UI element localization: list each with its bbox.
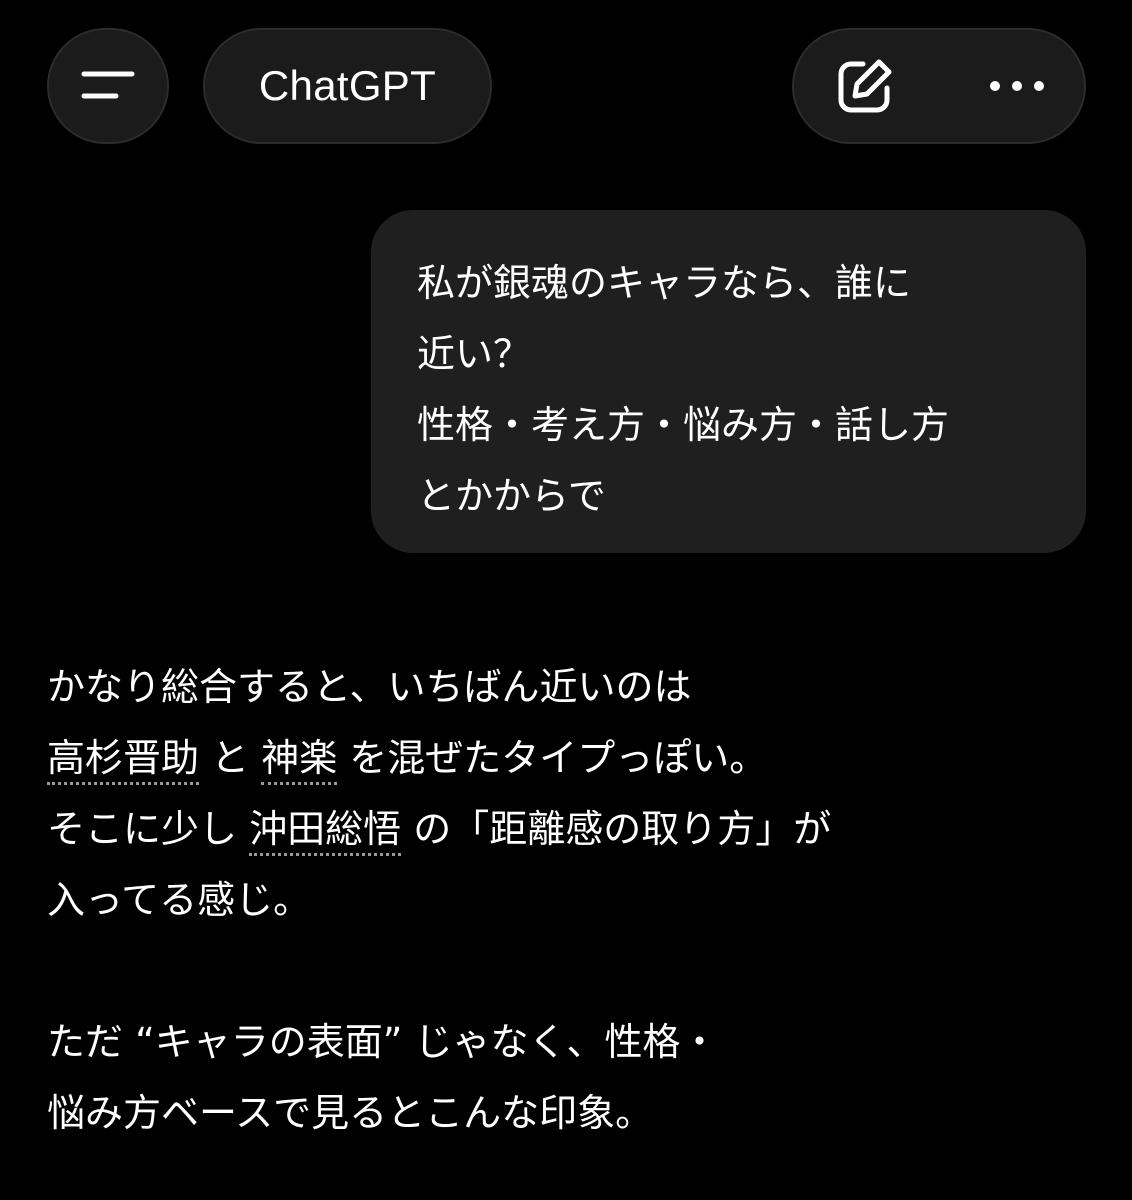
hamburger-menu-icon [81,71,135,99]
assistant-line: かなり総合すると、いちばん近いのは [47,665,692,709]
user-message-bubble: 私が銀魂のキャラなら、誰に 近い？ 性格・考え方・悩み方・話し方 とかからで [371,210,1086,553]
entity-link-takasugi[interactable]: 高杉晋助 [47,736,200,785]
assistant-line: そこに少し 沖田総悟 の「距離感の取り方」が [47,794,1097,865]
entity-link-okita[interactable]: 沖田総悟 [249,807,402,856]
header-actions [792,28,1086,144]
assistant-line: 入ってる感じ。 [47,878,312,922]
user-message-line: 性格・考え方・悩み方・話し方 [417,403,950,447]
user-message-line: 私が銀魂のキャラなら、誰に [417,261,912,305]
more-dots-icon [990,81,1044,91]
assistant-line: ただ “キャラの表面” じゃなく、性格・ [47,1020,719,1064]
text-fragment: を混ぜたタイプっぽい。 [337,736,768,780]
assistant-line: 悩み方ベースで見るとこんな印象。 [47,1091,654,1135]
app-title: ChatGPT [258,62,437,109]
top-bar: ChatGPT [0,0,1132,180]
text-fragment: と [199,736,262,780]
model-selector-button[interactable]: ChatGPT [203,28,492,144]
edit-pencil-icon [838,59,892,113]
assistant-line: 高杉晋助 と 神楽 を混ぜたタイプっぽい。 [47,723,1097,794]
text-fragment: そこに少し [47,807,250,851]
new-chat-button[interactable] [830,51,900,121]
menu-button[interactable] [47,28,169,144]
assistant-message: かなり総合すると、いちばん近いのは 高杉晋助 と 神楽 を混ぜたタイプっぽい。 … [47,652,1097,1149]
assistant-paragraph: かなり総合すると、いちばん近いのは 高杉晋助 と 神楽 を混ぜたタイプっぽい。 … [47,652,1097,936]
user-message-line: 近い？ [417,332,532,376]
more-options-button[interactable] [982,51,1052,121]
assistant-paragraph: ただ “キャラの表面” じゃなく、性格・ 悩み方ベースで見るとこんな印象。 [47,1007,1097,1149]
entity-link-kagura[interactable]: 神楽 [261,736,338,785]
text-fragment: の「距離感の取り方」が [401,807,832,851]
user-message-line: とかからで [417,474,606,518]
